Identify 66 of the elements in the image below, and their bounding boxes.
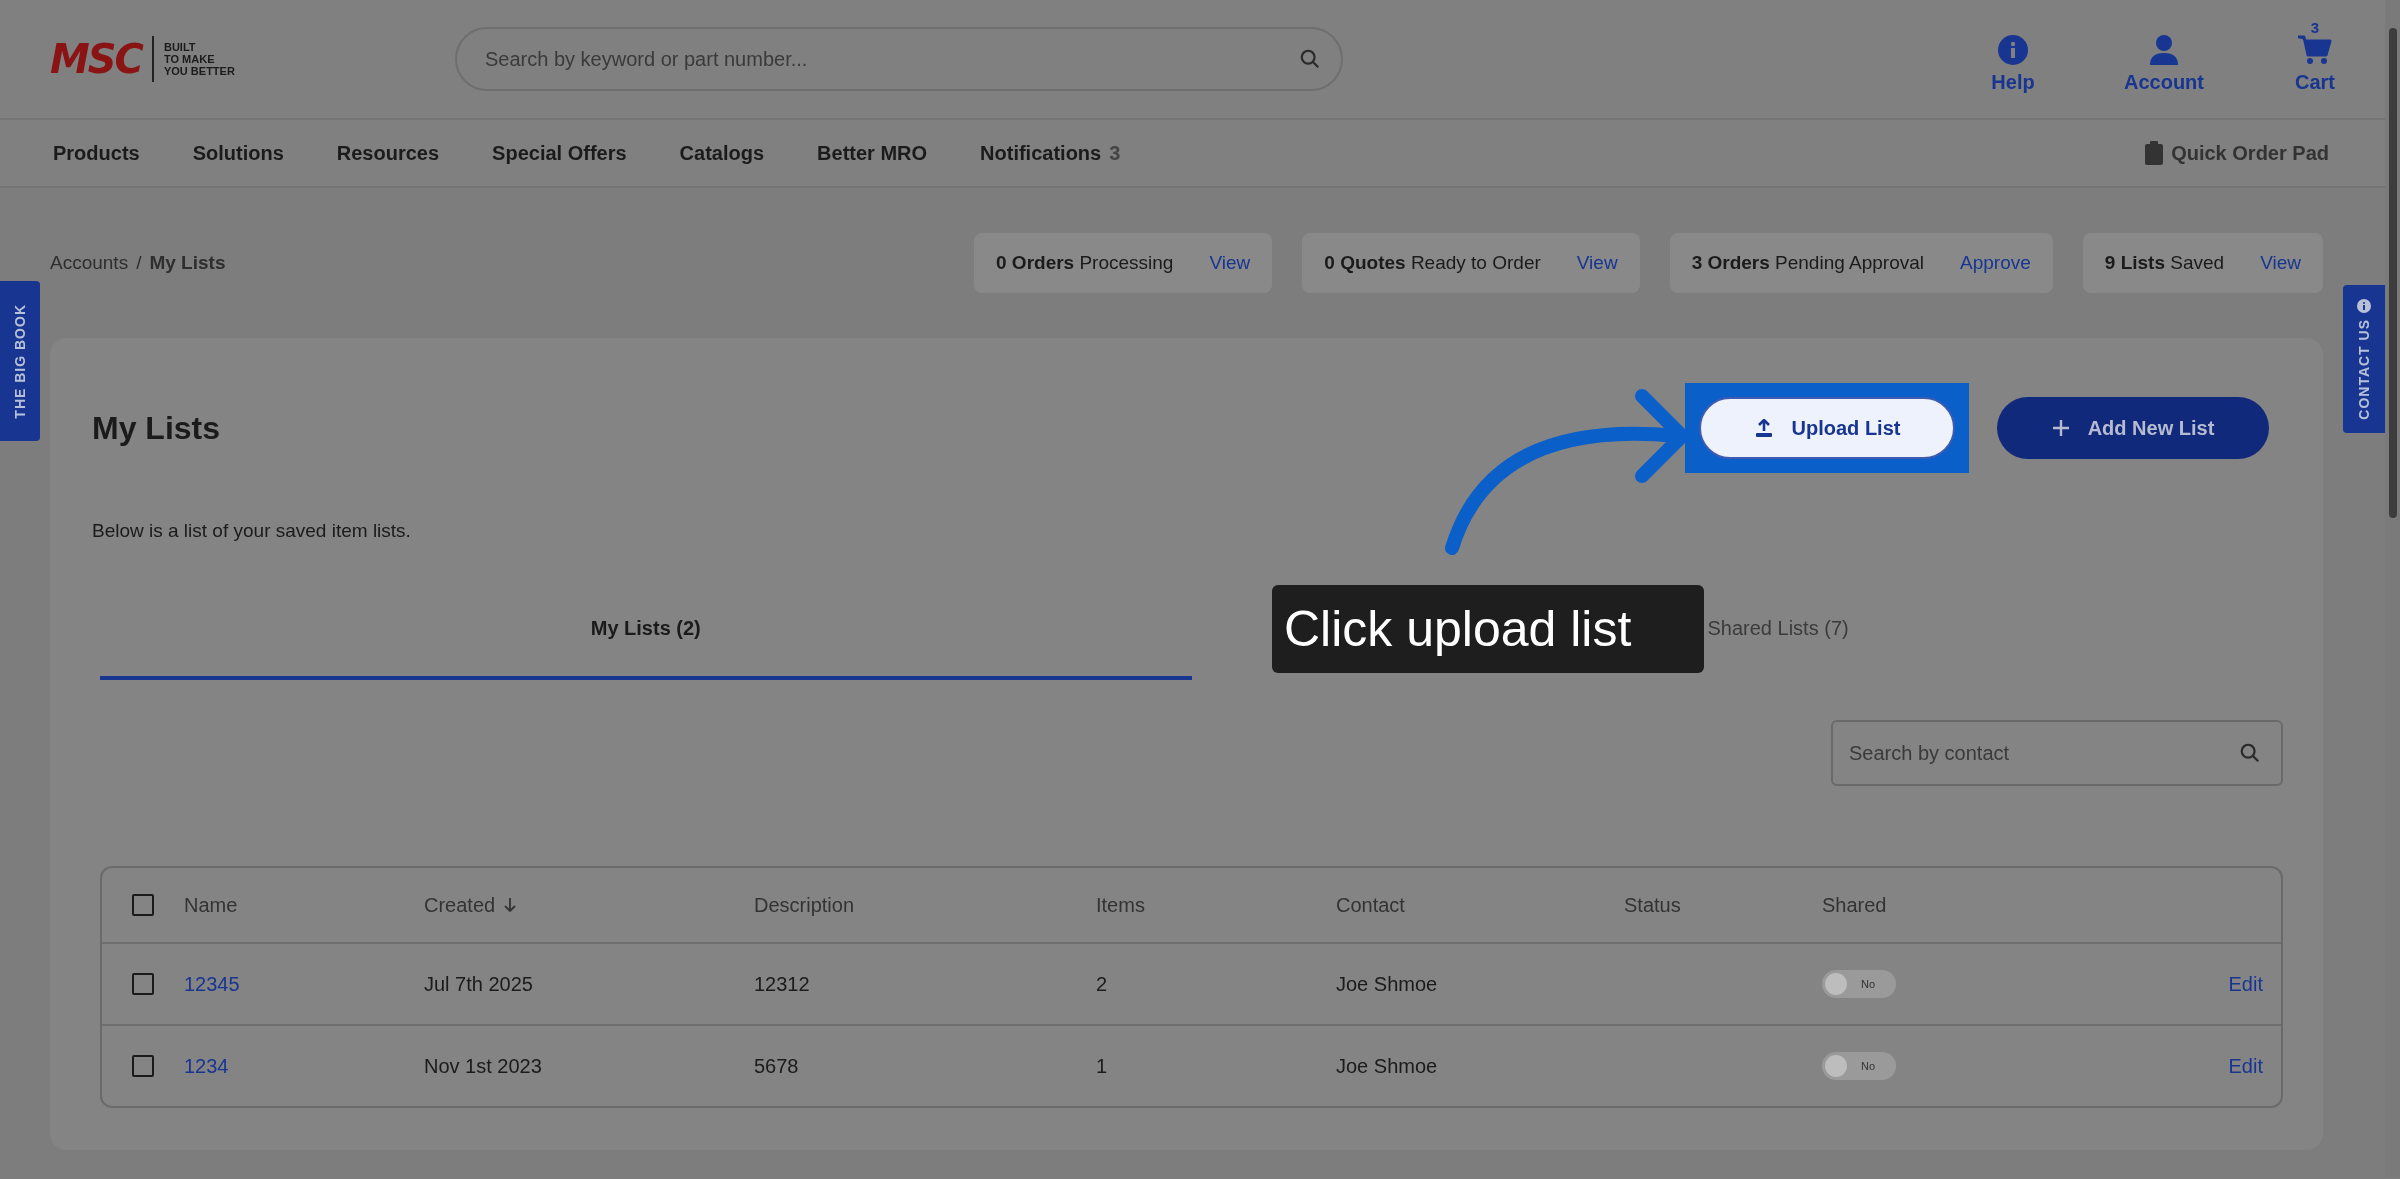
summary-link[interactable]: Approve: [1960, 252, 2031, 274]
contact-search-field[interactable]: Search by contact: [1831, 720, 2283, 786]
list-name-link[interactable]: 12345: [184, 972, 240, 996]
shared-toggle[interactable]: No: [1822, 970, 1896, 998]
nav-item[interactable]: Solutions: [192, 141, 284, 165]
search-icon[interactable]: [2239, 742, 2261, 764]
table-cell: 12312: [754, 972, 810, 996]
summary-text: 0 Orders Processing: [996, 252, 1174, 274]
checkbox[interactable]: [132, 973, 154, 995]
upload-list-button[interactable]: Upload List: [1699, 397, 1955, 459]
summary-text: 0 Quotes Ready to Order: [1324, 252, 1541, 274]
search-icon[interactable]: [1299, 48, 1321, 70]
breadcrumb-separator: /: [136, 252, 142, 274]
column-header[interactable]: Description: [754, 893, 855, 917]
big-book-tab[interactable]: THE BIG BOOK: [0, 281, 40, 441]
column-header[interactable]: Created: [424, 893, 518, 917]
nav-item[interactable]: Catalogs: [679, 141, 765, 165]
msc-logo[interactable]: MSC BUILT TO MAKE YOU BETTER: [50, 36, 455, 82]
contact-us-tab[interactable]: CONTACT US: [2343, 285, 2385, 433]
info-icon: [1998, 34, 2028, 65]
table-cell: Jul 7th 2025: [424, 972, 533, 996]
info-icon: [2357, 298, 2371, 313]
scrollbar-thumb[interactable]: [2389, 28, 2397, 518]
column-header[interactable]: Shared: [1822, 893, 1887, 917]
breadcrumb-current: My Lists: [149, 252, 226, 274]
edit-link[interactable]: Edit: [2228, 1054, 2263, 1078]
description-text: Below is a list of your saved item lists.: [92, 519, 412, 543]
checkbox[interactable]: [132, 1055, 154, 1077]
plus-icon: [2051, 419, 2070, 437]
clipboard-icon: [2145, 141, 2164, 165]
table-cell: 2: [1096, 972, 1108, 996]
account-link[interactable]: Account: [2124, 24, 2204, 94]
nav-item[interactable]: Resources: [336, 141, 440, 165]
column-header[interactable]: Name: [184, 893, 238, 917]
nav-item[interactable]: Notifications 3: [980, 141, 1121, 165]
summary-link[interactable]: View: [2260, 252, 2301, 274]
table-cell: 1: [1096, 1054, 1108, 1078]
breadcrumb-link[interactable]: Accounts: [50, 252, 129, 274]
quick-order-pad-link[interactable]: Quick Order Pad: [2145, 141, 2329, 165]
column-header[interactable]: Items: [1096, 893, 1145, 917]
cart-icon: [2298, 34, 2332, 65]
help-link[interactable]: Help: [1988, 24, 2038, 94]
table-cell: Joe Shmoe: [1336, 1054, 1438, 1078]
nav-item[interactable]: Better MRO: [817, 141, 928, 165]
column-header[interactable]: Status: [1624, 893, 1681, 917]
summary-text: 3 Orders Pending Approval: [1691, 252, 1924, 274]
table-cell: 5678: [754, 1054, 799, 1078]
shared-toggle[interactable]: No: [1822, 1052, 1896, 1080]
nav-item[interactable]: Products: [53, 141, 140, 165]
tab[interactable]: My Lists (2): [100, 580, 1192, 680]
edit-link[interactable]: Edit: [2228, 972, 2263, 996]
person-icon: [2150, 34, 2178, 65]
checkbox[interactable]: [132, 894, 154, 916]
column-header[interactable]: Contact: [1336, 893, 1405, 917]
upload-icon: [1753, 419, 1774, 437]
summary-text: 9 Lists Saved: [2104, 252, 2225, 274]
summary-link[interactable]: View: [1576, 252, 1618, 274]
list-name-link[interactable]: 1234: [184, 1054, 229, 1078]
table-cell: Nov 1st 2023: [424, 1054, 542, 1078]
add-new-list-button[interactable]: Add New List: [1997, 397, 2269, 459]
summary-link[interactable]: View: [1209, 252, 1251, 274]
nav-item[interactable]: Special Offers: [492, 141, 627, 165]
tooltip: Click upload list: [1272, 585, 1704, 673]
search-field[interactable]: Search by keyword or part number...: [455, 27, 1343, 91]
page-title: My Lists: [92, 409, 221, 447]
table-cell: Joe Shmoe: [1336, 972, 1438, 996]
